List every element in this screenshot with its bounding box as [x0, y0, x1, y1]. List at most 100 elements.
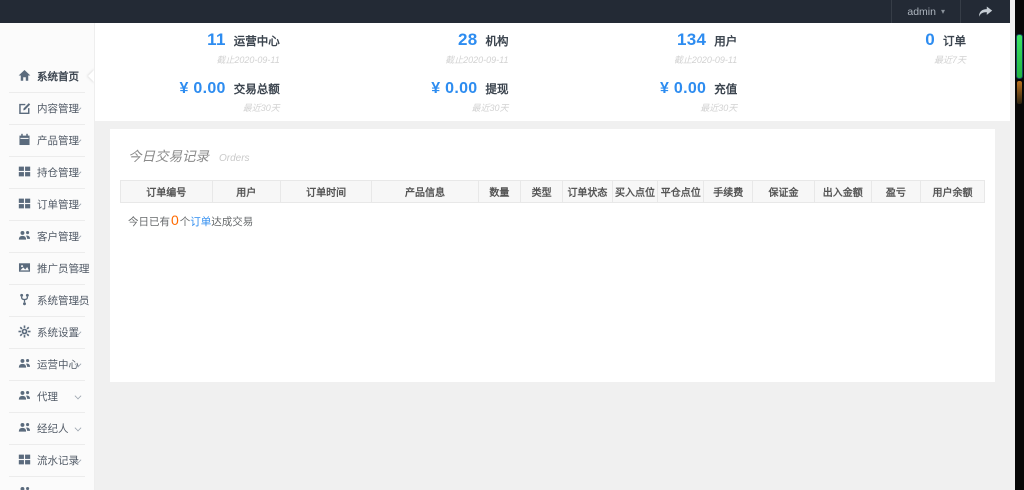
sidebar-item-label: 推广员管理: [37, 262, 90, 275]
caret-down-icon: ▾: [940, 7, 945, 16]
chevron-down-icon: [75, 233, 81, 239]
note-prefix: 今日已有: [128, 216, 170, 228]
stat-subtitle: 最近7天: [933, 54, 966, 65]
sidebar-item-order-mgmt[interactable]: 订单管理: [0, 188, 94, 220]
chevron-down-icon: [75, 393, 81, 399]
stat-subtitle: 截止2020-09-11: [216, 54, 280, 65]
sidebar-item-label: 内容管理: [37, 102, 79, 115]
users-icon: [18, 229, 32, 243]
logout-button[interactable]: [961, 0, 1010, 23]
stat-orders: 0 订单 最近7天: [781, 23, 1010, 72]
orders-empty-note: 今日已有0个订单达成交易: [128, 212, 985, 229]
user-menu-button[interactable]: admin ▾: [892, 0, 960, 23]
sidebar-item-label: 系统管理员: [37, 294, 90, 307]
sidebar-item-operation-center[interactable]: 运营中心: [0, 348, 94, 380]
sidebar-item-position-mgmt[interactable]: 持仓管理: [0, 156, 94, 188]
edit-icon: [18, 101, 32, 115]
orders-title: 今日交易记录: [128, 149, 209, 164]
stat-total-volume: ¥ 0.00 交易总额 最近30天: [95, 72, 324, 121]
sidebar-item-label: 产品管理: [37, 134, 79, 147]
image-icon: [18, 261, 32, 275]
note-unit: 个: [179, 216, 191, 228]
chevron-down-icon: [75, 201, 81, 207]
stat-value: 28: [457, 29, 478, 49]
chevron-down-icon: [75, 265, 81, 271]
sidebar-item-label: 流水记录: [37, 454, 79, 467]
fork-icon: [18, 293, 32, 307]
stat-value: 134: [676, 29, 707, 49]
sidebar-item-label: 订单管理: [37, 198, 79, 211]
stat-withdrawals: ¥ 0.00 提现 最近30天: [324, 72, 553, 121]
chevron-down-icon: [75, 169, 81, 175]
chevron-down-icon: [75, 425, 81, 431]
note-suffix: 达成交易: [211, 216, 254, 228]
orders-subtitle: Orders: [219, 153, 250, 164]
chevron-down-icon: [75, 297, 81, 303]
sidebar-item-sys-admin[interactable]: 系统管理员: [0, 284, 94, 316]
col-in-out-amount: 出入金额: [813, 180, 872, 203]
sidebar-item-customer-mgmt[interactable]: 客户管理: [0, 220, 94, 252]
active-item-notch: [88, 69, 94, 83]
sidebar-item-sys-settings[interactable]: 系统设置: [0, 316, 94, 348]
col-buy-point: 买入点位: [611, 180, 659, 203]
stat-label: 订单: [943, 35, 966, 48]
sidebar-item-partial[interactable]: [0, 476, 94, 490]
forward-arrow-icon: [978, 6, 993, 17]
orders-panel: 今日交易记录 Orders 订单编号 用户 订单时间 产品信息 数量 类型 订单…: [110, 129, 995, 382]
stat-value: ¥ 0.00: [659, 79, 707, 97]
stat-empty-cell: [781, 72, 1010, 121]
sidebar-item-home[interactable]: 系统首页: [0, 60, 94, 92]
home-icon: [18, 69, 32, 83]
note-count: 0: [171, 212, 179, 228]
chevron-down-icon: [75, 457, 81, 463]
chevron-down-icon: [75, 105, 81, 111]
topbar: admin ▾: [0, 0, 1010, 23]
stat-subtitle: 截止2020-09-11: [445, 54, 509, 65]
sidebar-item-label: 客户管理: [37, 230, 79, 243]
col-product-info: 产品信息: [371, 180, 479, 203]
sidebar-item-promoter-mgmt[interactable]: 推广员管理: [0, 252, 94, 284]
col-user: 用户: [211, 180, 281, 203]
users-icon: [18, 421, 32, 435]
scrollbar-thumb[interactable]: [1016, 34, 1023, 79]
stat-label: 机构: [485, 35, 509, 48]
sidebar-item-label: 持仓管理: [37, 166, 79, 179]
sidebar: 系统首页 内容管理 产品管理 持仓管理 订单管理 客户管理 推广员管理 系统管理…: [0, 23, 95, 490]
stat-label: 充值: [714, 83, 738, 96]
stat-value: ¥ 0.00: [179, 79, 226, 97]
stat-subtitle: 最近30天: [700, 102, 738, 113]
col-order-time: 订单时间: [279, 180, 373, 203]
calendar-icon: [18, 133, 32, 147]
scrollbar-marker: [1017, 81, 1022, 104]
orders-table: 订单编号 用户 订单时间 产品信息 数量 类型 订单状态 买入点位 平仓点位 手…: [120, 180, 986, 203]
col-profit-loss: 盈亏: [870, 180, 921, 203]
sidebar-item-transaction-log[interactable]: 流水记录: [0, 444, 94, 476]
sidebar-item-label: 运营中心: [37, 358, 79, 371]
stat-operation-centers: 11 运营中心 截止2020-09-11: [95, 23, 324, 72]
users-icon: [18, 357, 32, 371]
sidebar-item-content-mgmt[interactable]: 内容管理: [0, 92, 94, 124]
users-icon: [18, 389, 32, 403]
col-order-status: 订单状态: [562, 180, 613, 203]
orders-link[interactable]: 订单: [190, 216, 211, 228]
sidebar-item-label: 系统设置: [37, 326, 79, 339]
stat-label: 运营中心: [233, 35, 280, 48]
main-content: 11 运营中心 截止2020-09-11 28 机构 截止2020-09-11 …: [95, 23, 1010, 490]
chevron-down-icon: [75, 329, 81, 335]
user-label: admin: [907, 5, 936, 18]
stat-label: 交易总额: [233, 83, 280, 96]
grid-icon: [18, 453, 32, 467]
stat-value: 0: [925, 29, 935, 49]
sidebar-item-label: 系统首页: [37, 70, 79, 83]
sidebar-item-label: 代理: [37, 390, 58, 403]
col-margin: 保证金: [752, 180, 815, 203]
col-user-balance: 用户余额: [919, 180, 986, 203]
sidebar-item-product-mgmt[interactable]: 产品管理: [0, 124, 94, 156]
stat-subtitle: 最近30天: [242, 102, 280, 113]
orders-titlebar: 今日交易记录 Orders: [128, 145, 985, 165]
orders-header-row: 订单编号 用户 订单时间 产品信息 数量 类型 订单状态 买入点位 平仓点位 手…: [120, 180, 986, 203]
sidebar-item-broker[interactable]: 经纪人: [0, 412, 94, 444]
grid-icon: [18, 165, 32, 179]
sidebar-item-agent[interactable]: 代理: [0, 380, 94, 412]
col-type: 类型: [519, 180, 564, 203]
